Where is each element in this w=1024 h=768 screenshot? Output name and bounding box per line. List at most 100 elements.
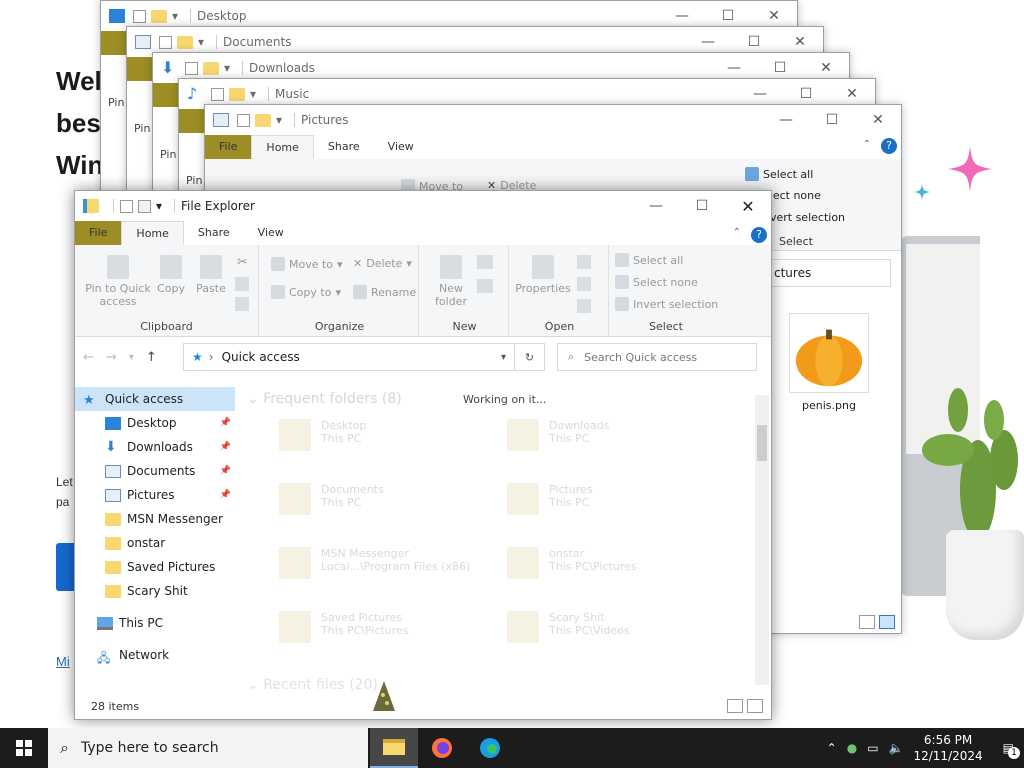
details-view-icon[interactable] — [727, 699, 743, 713]
minimize-icon[interactable]: — — [633, 191, 679, 221]
nav-item-downloads[interactable]: ⬇ Downloads 📌 — [75, 435, 235, 459]
background-link[interactable]: Mi — [56, 654, 70, 669]
nav-item-msn-messenger[interactable]: MSN Messenger — [75, 507, 235, 531]
move-to-button[interactable]: Move to ▾ — [271, 257, 343, 271]
search-input[interactable]: ⌕ Search Quick access — [557, 343, 757, 371]
people-icon[interactable]: ● — [847, 741, 857, 755]
properties-icon[interactable] — [133, 9, 146, 23]
folder-tile-pictures[interactable]: Pictures This PC — [507, 483, 727, 539]
tab-share[interactable]: Share — [314, 135, 374, 159]
paste-button[interactable]: Paste — [193, 255, 229, 295]
large-icons-view-icon[interactable] — [747, 699, 763, 713]
tab-view[interactable]: View — [244, 221, 298, 245]
new-folder-icon[interactable] — [151, 9, 167, 23]
new-folder-icon[interactable] — [229, 87, 245, 101]
rename-button[interactable]: Rename — [353, 285, 416, 299]
back-arrow-icon[interactable]: ← — [83, 350, 94, 365]
up-arrow-icon[interactable]: ↑ — [146, 350, 157, 365]
file-thumbnail[interactable] — [789, 313, 869, 393]
invert-selection-button[interactable]: Invert selection — [615, 297, 718, 311]
paste-shortcut-icon[interactable] — [235, 297, 249, 311]
select-all-button[interactable]: Select all — [615, 253, 683, 267]
start-button[interactable] — [0, 728, 48, 768]
folder-tile-documents[interactable]: Documents This PC — [279, 483, 499, 539]
tab-home[interactable]: Home — [121, 221, 184, 245]
nav-item-documents[interactable]: Documents 📌 — [75, 459, 235, 483]
taskbar-file-explorer[interactable] — [370, 728, 418, 768]
details-view-icon[interactable] — [859, 615, 875, 629]
notification-icon[interactable]: ▤ 1 — [1003, 741, 1020, 759]
maximize-icon[interactable]: ☐ — [679, 191, 725, 221]
properties-icon[interactable] — [185, 61, 198, 75]
copy-button[interactable]: Copy — [153, 255, 189, 295]
new-item-icon[interactable] — [477, 255, 493, 269]
nav-item-onstar[interactable]: onstar — [75, 531, 235, 555]
nav-item-this-pc[interactable]: This PC — [75, 611, 235, 635]
refresh-icon[interactable]: ↻ — [515, 343, 545, 371]
delete-button[interactable]: ✕ Delete ▾ — [353, 257, 412, 270]
folder-tile-saved-pictures[interactable]: Saved Pictures This PC\Pictures — [279, 611, 499, 667]
file-tab[interactable] — [101, 31, 127, 55]
vertical-scrollbar[interactable] — [755, 395, 769, 685]
file-tab[interactable] — [153, 83, 179, 107]
new-folder-icon[interactable] — [177, 35, 193, 49]
chevron-up-icon[interactable]: ⌃ — [827, 741, 837, 755]
pin-to-quick-access-button[interactable]: Pin to Quick access — [83, 255, 153, 308]
copy-path-icon[interactable] — [235, 277, 249, 291]
recent-files-header[interactable]: ⌄ Recent files (20) — [247, 677, 378, 693]
select-none-button[interactable]: Select none — [615, 275, 698, 289]
chevron-down-icon[interactable]: ▾ — [501, 352, 506, 363]
file-explorer-window[interactable]: ▾ File Explorer — ☐ ✕ File Home Share Vi… — [74, 190, 772, 720]
chevron-up-icon[interactable]: ⌃ — [733, 227, 741, 238]
taskbar-edge[interactable] — [466, 728, 514, 768]
properties-icon[interactable] — [120, 199, 133, 213]
recent-locations-icon[interactable]: ▾ — [129, 352, 134, 363]
pin-icon[interactable]: 📌 — [220, 466, 231, 476]
edit-icon[interactable] — [577, 277, 591, 291]
tab-file[interactable]: File — [75, 221, 122, 245]
properties-icon[interactable] — [159, 35, 172, 49]
chevron-down-icon[interactable]: ▾ — [250, 87, 256, 101]
new-folder-icon[interactable] — [255, 113, 271, 127]
help-icon[interactable]: ? — [881, 138, 897, 154]
new-folder-icon[interactable] — [138, 199, 151, 213]
chevron-down-icon[interactable]: ▾ — [224, 61, 230, 75]
pictures-address-bar[interactable]: ctures — [767, 259, 891, 287]
pin-icon[interactable]: 📌 — [220, 418, 231, 428]
volume-icon[interactable]: 🔈 — [889, 741, 904, 755]
file-tab[interactable] — [127, 57, 153, 81]
folder-tile-desktop[interactable]: Desktop This PC — [279, 419, 499, 475]
large-icons-view-icon[interactable] — [879, 615, 895, 629]
folder-tile-downloads[interactable]: Downloads This PC — [507, 419, 727, 475]
tab-home[interactable]: Home — [251, 135, 314, 159]
nav-item-saved-pictures[interactable]: Saved Pictures — [75, 555, 235, 579]
folder-tile-msn-messenger[interactable]: MSN Messenger Local...\Program Files (x86… — [279, 547, 499, 603]
nav-item-network[interactable]: 🖧 Network — [75, 643, 235, 667]
scrollbar-thumb[interactable] — [757, 425, 767, 461]
history-icon[interactable] — [577, 299, 591, 313]
help-icon[interactable]: ? — [751, 227, 767, 243]
tab-share[interactable]: Share — [184, 221, 244, 245]
tab-file[interactable]: File — [205, 135, 252, 159]
folder-tile-onstar[interactable]: onstar This PC\Pictures — [507, 547, 727, 603]
close-icon[interactable]: ✕ — [725, 191, 771, 221]
properties-button[interactable]: Properties — [513, 255, 573, 295]
chevron-down-icon[interactable]: ▾ — [276, 113, 282, 127]
nav-item-scary-shit[interactable]: Scary Shit — [75, 579, 235, 603]
pin-icon[interactable]: 📌 — [220, 442, 231, 452]
forward-arrow-icon[interactable]: → — [106, 350, 117, 365]
properties-icon[interactable] — [211, 87, 224, 101]
easy-access-icon[interactable] — [477, 279, 493, 293]
file-tab[interactable] — [179, 109, 205, 133]
pin-icon[interactable]: 📌 — [220, 490, 231, 500]
taskbar-search[interactable]: ⌕ Type here to search — [48, 728, 368, 768]
nav-item-desktop[interactable]: Desktop 📌 — [75, 411, 235, 435]
properties-icon[interactable] — [237, 113, 250, 127]
open-icon[interactable] — [577, 255, 591, 269]
tab-view[interactable]: View — [374, 135, 428, 159]
chevron-down-icon[interactable]: ▾ — [156, 199, 162, 213]
select-all-button[interactable]: Select all — [745, 167, 813, 181]
maximize-icon[interactable]: ☐ — [809, 105, 855, 135]
chevron-up-icon[interactable]: ⌃ — [863, 139, 871, 150]
frequent-folders-header[interactable]: ⌄ Frequent folders (8) — [247, 391, 402, 407]
